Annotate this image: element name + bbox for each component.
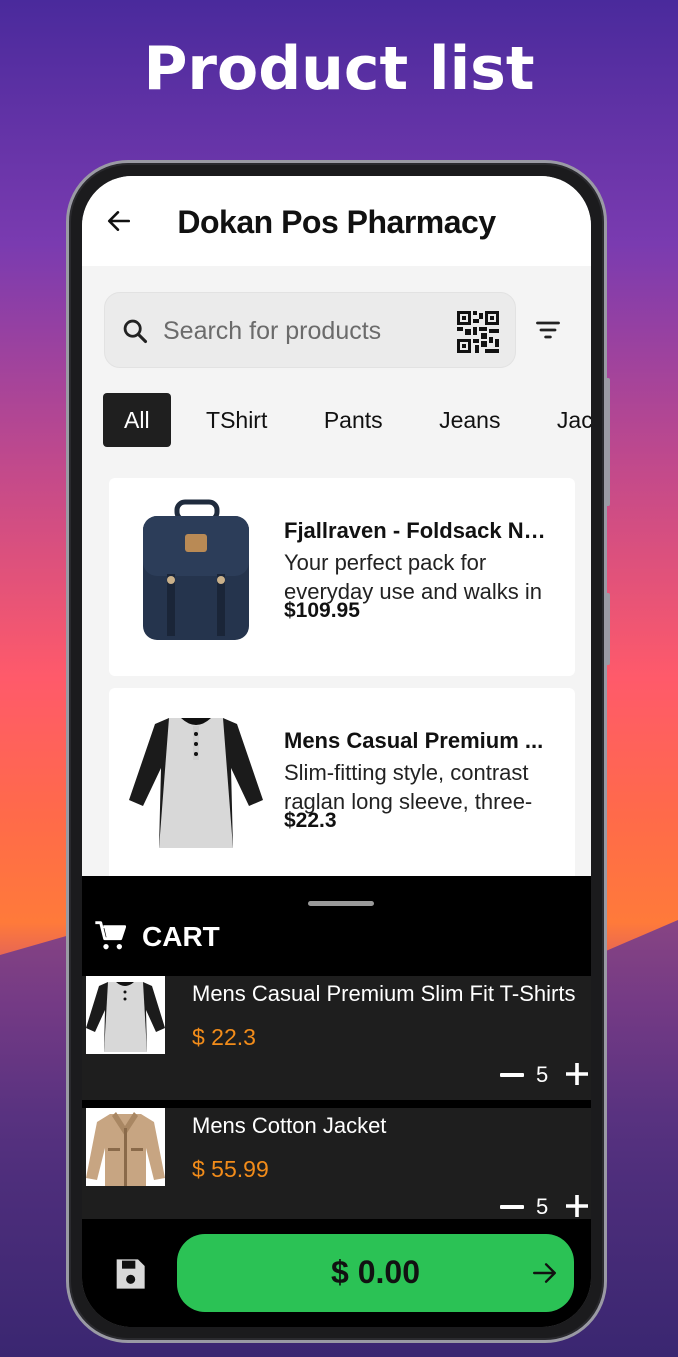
checkout-bar: $ 0.00 xyxy=(82,1219,591,1327)
search-input[interactable] xyxy=(163,313,433,349)
app-screen: Dokan Pos Pharmacy All xyxy=(82,176,591,1327)
tab-pants[interactable]: Pants xyxy=(303,393,404,447)
checkout-button[interactable]: $ 0.00 xyxy=(177,1234,574,1312)
product-name: Fjallraven - Foldsack No. ... xyxy=(284,518,554,543)
cart-item[interactable]: Mens Cotton Jacket $ 55.99 5 xyxy=(82,1108,591,1219)
phone-frame: Dokan Pos Pharmacy All xyxy=(66,160,610,1343)
product-name: Mens Casual Premium ... xyxy=(284,728,544,753)
tab-all[interactable]: All xyxy=(103,393,171,447)
product-card[interactable]: Fjallraven - Foldsack No. ... Your perfe… xyxy=(109,478,575,676)
page-title: Product list xyxy=(143,34,535,104)
plus-icon[interactable] xyxy=(565,1194,589,1218)
plus-icon[interactable] xyxy=(565,1062,589,1086)
filter-icon[interactable] xyxy=(534,316,562,344)
jacket-image xyxy=(86,1108,165,1186)
cart-item-quantity: 5 xyxy=(536,1194,549,1219)
search-icon xyxy=(123,319,148,344)
cart-item-name: Mens Casual Premium Slim Fit T-Shirts xyxy=(192,981,576,1006)
drag-handle[interactable] xyxy=(308,901,374,906)
product-card[interactable]: Mens Casual Premium ... Slim-fitting sty… xyxy=(109,688,575,886)
cart-item[interactable]: Mens Casual Premium Slim Fit T-Shirts $ … xyxy=(82,976,591,1100)
app-title: Dokan Pos Pharmacy xyxy=(177,204,496,240)
tab-tshirt[interactable]: TShirt xyxy=(185,393,288,447)
backpack-image xyxy=(143,499,249,640)
product-description: Your perfect pack for everyday use and w… xyxy=(284,550,543,604)
raglan-tshirt-image xyxy=(86,976,165,1054)
cart-title: CART xyxy=(142,921,220,952)
tab-jeans[interactable]: Jeans xyxy=(418,393,521,447)
raglan-tshirt-image xyxy=(129,718,263,848)
search-bar[interactable] xyxy=(104,292,516,368)
category-tabs: All TShirt Pants Jeans Jacke xyxy=(103,393,591,449)
minus-icon[interactable] xyxy=(500,1073,524,1077)
qr-code-icon[interactable] xyxy=(457,311,499,353)
power-button xyxy=(605,593,610,665)
product-description: Slim-fitting style, contrast raglan long… xyxy=(284,760,533,814)
cart-item-price: $ 22.3 xyxy=(192,1024,256,1050)
cart-total: $ 0.00 xyxy=(331,1254,420,1290)
cart-item-price: $ 55.99 xyxy=(192,1156,269,1182)
cart-panel: CART Mens Casual Premium Slim Fit T-Shir… xyxy=(82,876,591,1327)
product-price: $109.95 xyxy=(284,599,360,622)
cart-item-name: Mens Cotton Jacket xyxy=(192,1113,387,1138)
cart-item-quantity: 5 xyxy=(536,1062,549,1087)
minus-icon[interactable] xyxy=(500,1205,524,1209)
arrow-right-icon xyxy=(532,1263,556,1283)
product-price: $22.3 xyxy=(284,809,337,832)
tab-jackets[interactable]: Jacke xyxy=(536,393,591,447)
cart-icon xyxy=(95,921,126,950)
save-icon[interactable] xyxy=(114,1256,146,1292)
app-bar: Dokan Pos Pharmacy xyxy=(82,176,591,266)
volume-button xyxy=(605,378,610,506)
